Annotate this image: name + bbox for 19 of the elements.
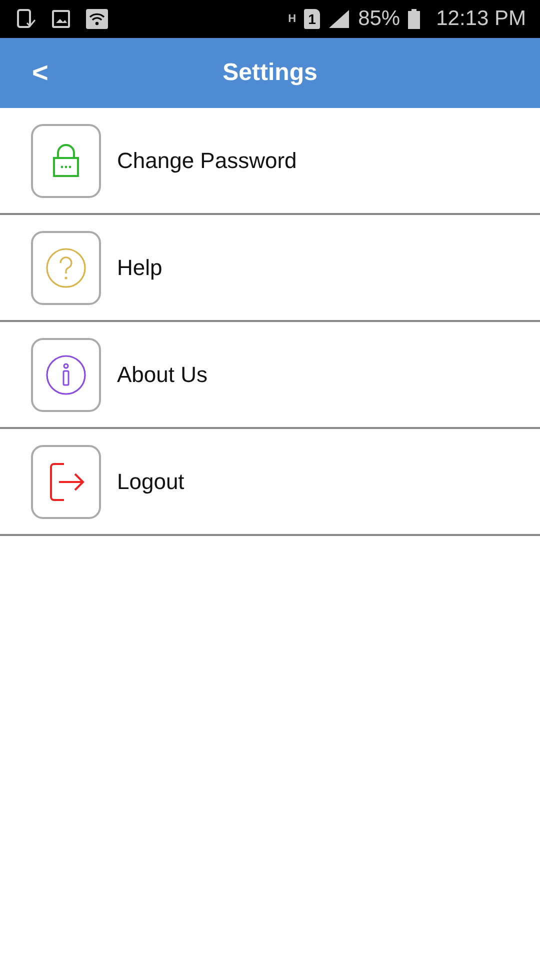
battery-percent: 85% [358, 6, 400, 32]
settings-item[interactable]: Logout [0, 429, 540, 536]
tablet-check-icon [16, 9, 36, 29]
clock: 12:13 PM [436, 6, 526, 32]
image-icon [52, 10, 70, 28]
wifi-icon [86, 9, 108, 29]
settings-item[interactable]: Change Password [0, 108, 540, 215]
back-button[interactable]: < [28, 59, 52, 87]
item-label: Change Password [117, 147, 297, 175]
item-label: Logout [117, 468, 184, 496]
sim-icon: 1 [304, 9, 320, 29]
item-label: Help [117, 254, 162, 282]
signal-icon [328, 9, 350, 29]
settings-item[interactable]: About Us [0, 322, 540, 429]
settings-item[interactable]: Help [0, 215, 540, 322]
battery-icon [408, 9, 420, 29]
screen-title: Settings [222, 58, 318, 88]
network-type: H [288, 14, 296, 24]
item-label: About Us [117, 361, 208, 389]
